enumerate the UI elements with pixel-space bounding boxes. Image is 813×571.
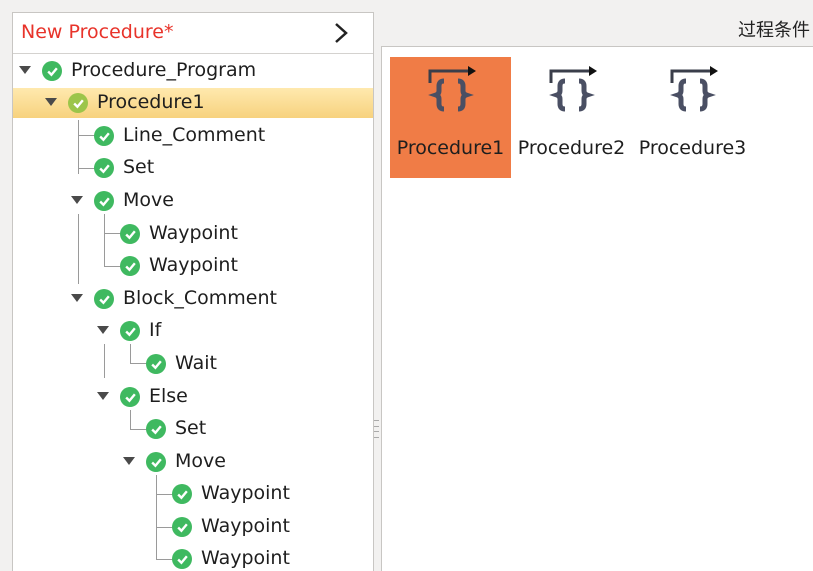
tree-item-procedure1[interactable]: Procedure1 (13, 88, 373, 118)
check-icon (94, 158, 114, 178)
procedure-tile-3[interactable]: Procedure3 (632, 57, 753, 178)
check-icon (146, 452, 166, 472)
tree-item-label: Waypoint (149, 254, 238, 276)
expand-arrow-icon[interactable] (19, 66, 31, 74)
tree-item-if[interactable]: If (13, 316, 373, 346)
expand-arrow-icon[interactable] (71, 294, 83, 302)
expand-arrow-icon[interactable] (97, 326, 109, 334)
tree-item-label: If (149, 319, 162, 341)
procedure-braces-icon (549, 66, 597, 112)
tree-item-label: Else (149, 385, 188, 407)
check-icon (94, 126, 114, 146)
procedure-palette-panel: Procedure1 Procedure2 Procedure3 (381, 46, 813, 571)
tree-item-label: Procedure1 (97, 91, 205, 113)
tree-item-label: Waypoint (149, 222, 238, 244)
check-icon (94, 191, 114, 211)
tree-item-move[interactable]: Move (13, 447, 373, 477)
check-icon (120, 387, 140, 407)
program-tree-panel: New Procedure* Procedure_Program Procedu… (12, 12, 374, 571)
tree-item-label: Set (175, 417, 207, 439)
program-title-bar: New Procedure* (13, 13, 373, 54)
tree-item-waypoint[interactable]: Waypoint (13, 479, 373, 509)
tree-item-waypoint[interactable]: Waypoint (13, 251, 373, 281)
tree-item-wait[interactable]: Wait (13, 349, 373, 379)
tree-item-label: Move (123, 189, 174, 211)
check-icon (146, 419, 166, 439)
tree-item-label: Move (175, 450, 226, 472)
tree-item-move[interactable]: Move (13, 186, 373, 216)
tree-item-waypoint[interactable]: Waypoint (13, 512, 373, 542)
tree-item-procedure-program[interactable]: Procedure_Program (13, 56, 373, 86)
check-icon (172, 484, 192, 504)
expand-arrow-icon[interactable] (45, 98, 57, 106)
procedure-tile-2[interactable]: Procedure2 (511, 57, 632, 178)
tree-item-label: Waypoint (201, 547, 290, 569)
procedure-braces-icon (428, 66, 476, 112)
check-icon (120, 256, 140, 276)
panel-splitter-handle[interactable] (374, 420, 379, 438)
procedure-tile-1[interactable]: Procedure1 (390, 57, 511, 178)
procedure-braces-icon (670, 66, 718, 112)
check-icon (146, 354, 166, 374)
expand-arrow-icon[interactable] (123, 457, 135, 465)
check-icon (172, 549, 192, 569)
tree-item-set[interactable]: Set (13, 153, 373, 183)
tree-item-else[interactable]: Else (13, 382, 373, 412)
tree-item-waypoint[interactable]: Waypoint (13, 544, 373, 571)
check-icon (68, 93, 88, 113)
procedure-tile-label: Procedure1 (396, 137, 505, 159)
check-icon (120, 224, 140, 244)
procedure-tile-label: Procedure2 (517, 137, 626, 159)
chevron-right-icon[interactable] (329, 19, 353, 47)
check-icon (120, 321, 140, 341)
program-title: New Procedure* (21, 21, 174, 43)
tree-item-label: Procedure_Program (71, 59, 257, 81)
procedure-conditions-label: 过程条件 (738, 20, 810, 41)
expand-arrow-icon[interactable] (71, 196, 83, 204)
check-icon (94, 289, 114, 309)
tree-item-block-comment[interactable]: Block_Comment (13, 284, 373, 314)
check-icon (42, 61, 62, 81)
tree-item-label: Waypoint (201, 515, 290, 537)
check-icon (172, 517, 192, 537)
tree-item-label: Set (123, 156, 155, 178)
expand-arrow-icon[interactable] (97, 392, 109, 400)
tree-item-label: Waypoint (201, 482, 290, 504)
procedure-tile-label: Procedure3 (638, 137, 747, 159)
tree-item-label: Line_Comment (123, 124, 266, 146)
tree-item-label: Block_Comment (123, 287, 277, 309)
tree-item-label: Wait (175, 352, 217, 374)
tree-item-waypoint[interactable]: Waypoint (13, 219, 373, 249)
tree-item-line-comment[interactable]: Line_Comment (13, 121, 373, 151)
tree-item-set[interactable]: Set (13, 414, 373, 444)
